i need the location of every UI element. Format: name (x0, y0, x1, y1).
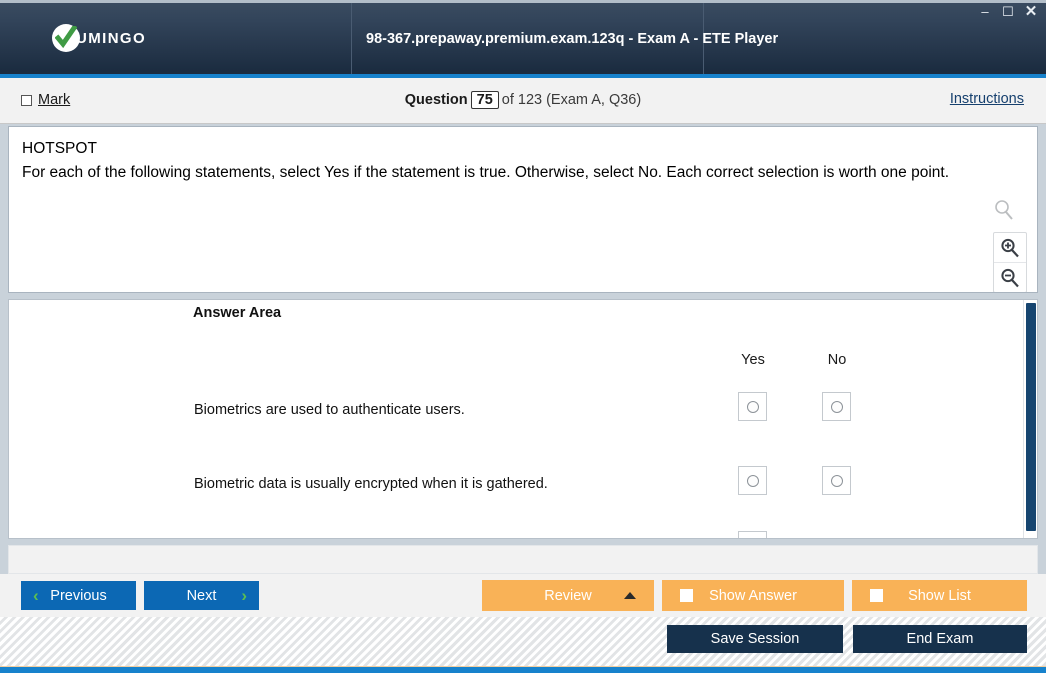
minimize-icon[interactable]: – (978, 5, 992, 19)
previous-button-label: Previous (50, 587, 107, 604)
table-row: Biometrics are used to authenticate user… (9, 392, 1037, 432)
frame-edge-left (0, 124, 8, 617)
column-header-yes: Yes (741, 352, 765, 368)
next-button[interactable]: Next › (144, 581, 259, 610)
footer-bar: Save Session End Exam (0, 617, 1046, 673)
question-word: Question (404, 92, 468, 108)
answer-area-scrollbar[interactable] (1023, 300, 1037, 538)
caret-up-icon (624, 592, 636, 599)
show-list-button[interactable]: Show List (852, 580, 1027, 611)
question-number-input[interactable]: 75 (470, 91, 499, 109)
radio-icon[interactable] (746, 400, 759, 413)
answer-area-title: Answer Area (193, 305, 282, 321)
checkbox-icon[interactable] (870, 589, 883, 602)
checkmark-icon (52, 24, 80, 52)
logo-pane: UMINGO (0, 3, 352, 74)
radio-cell-yes-row-2[interactable] (738, 466, 767, 495)
exam-title-pane: 98-367.prepaway.premium.exam.123q - Exam… (352, 3, 778, 74)
show-answer-button[interactable]: Show Answer (662, 580, 844, 611)
radio-cell-no-row-1[interactable] (822, 392, 851, 421)
end-exam-button[interactable]: End Exam (853, 625, 1027, 653)
review-button-label: Review (544, 587, 592, 604)
title-bar: UMINGO 98-367.prepaway.premium.exam.123q… (0, 0, 1046, 78)
end-exam-label: End Exam (906, 631, 974, 647)
question-status-bar: Mark Question 75 of 123 (Exam A, Q36) Inst… (0, 78, 1046, 124)
frame-edge-right (1038, 124, 1046, 617)
chevron-left-icon: ‹ (33, 586, 39, 605)
ete-player-window: UMINGO 98-367.prepaway.premium.exam.123q… (0, 0, 1046, 673)
show-answer-button-label: Show Answer (709, 587, 797, 604)
radio-cell-yes-row-1[interactable] (738, 392, 767, 421)
maximize-icon[interactable]: ☐ (1001, 5, 1015, 19)
window-controls: – ☐ ✕ (978, 4, 1038, 19)
instructions-link[interactable]: Instructions (950, 91, 1024, 107)
radio-cell-partial-row-3[interactable] (738, 531, 767, 538)
statement-text: Biometric data is usually encrypted when… (194, 476, 548, 492)
window-title: 98-367.prepaway.premium.exam.123q - Exam… (366, 31, 779, 47)
chevron-right-icon: › (241, 586, 247, 605)
radio-cell-no-row-2[interactable] (822, 466, 851, 495)
previous-button[interactable]: ‹ Previous (21, 581, 136, 610)
logo-text: UMINGO (76, 29, 147, 47)
question-panel: HOTSPOT For each of the following statem… (8, 126, 1038, 293)
radio-icon[interactable] (830, 474, 843, 487)
magnifier-icon[interactable] (993, 199, 1027, 226)
review-button[interactable]: Review (482, 580, 654, 611)
question-counter: Question 75 of 123 (Exam A, Q36) (0, 91, 1046, 109)
question-text: HOTSPOT For each of the following statem… (22, 137, 974, 184)
answer-area-panel: Answer Area Yes No Biometrics are used t… (8, 299, 1038, 539)
show-list-button-label: Show List (908, 587, 971, 604)
statement-text: Biometrics are used to authenticate user… (194, 402, 465, 418)
toolbar-strip (8, 545, 1038, 574)
table-row: Biometric data is usually encrypted when… (9, 466, 1037, 506)
checkbox-icon[interactable] (680, 589, 693, 602)
zoom-out-icon[interactable] (994, 262, 1026, 292)
column-header-no: No (827, 352, 847, 368)
zoom-tools (993, 199, 1027, 292)
scrollbar-thumb[interactable] (1026, 303, 1036, 531)
radio-icon[interactable] (746, 474, 759, 487)
zoom-button-group (993, 232, 1027, 292)
question-type-label: HOTSPOT (22, 140, 97, 157)
save-session-button[interactable]: Save Session (667, 625, 843, 653)
close-icon[interactable]: ✕ (1024, 4, 1038, 19)
question-body: For each of the following statements, se… (22, 163, 950, 181)
radio-icon[interactable] (830, 400, 843, 413)
footer-blue-bar (0, 667, 1046, 673)
vumingo-logo: UMINGO (52, 23, 146, 53)
question-total: of 123 (Exam A, Q36) (501, 92, 642, 108)
zoom-in-icon[interactable] (994, 233, 1026, 262)
next-button-label: Next (186, 587, 217, 604)
save-session-label: Save Session (710, 631, 800, 647)
